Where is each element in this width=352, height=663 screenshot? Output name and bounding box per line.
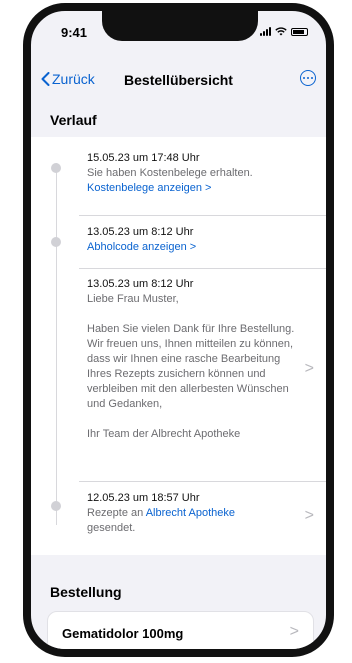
- pickup-code-link[interactable]: Abholcode anzeigen >: [87, 240, 298, 255]
- history-section-title: Verlauf: [50, 112, 97, 128]
- more-options-button[interactable]: [300, 70, 316, 86]
- entry-date: 12.05.23 um 18:57 Uhr: [87, 492, 200, 504]
- timeline-dot: [51, 237, 61, 247]
- order-item-name: Gematidolor 100mg: [62, 626, 184, 641]
- nav-bar: Zurück Bestellübersicht: [31, 67, 326, 97]
- chevron-right-icon: >: [304, 360, 314, 377]
- entry-text: Rezepte an: [87, 507, 144, 519]
- timeline-dot: [51, 163, 61, 173]
- timeline-dot: [51, 501, 61, 511]
- status-time: 9:41: [61, 25, 88, 40]
- entry-date: 15.05.23 um 17:48 Uhr: [87, 152, 200, 164]
- page-title: Bestellübersicht: [124, 72, 233, 88]
- entry-date: 13.05.23 um 8:12 Uhr: [87, 226, 194, 238]
- message-body: Haben Sie vielen Dank für Ihre Bestellun…: [87, 323, 295, 410]
- pharmacy-link[interactable]: Albrecht Apotheke: [146, 507, 235, 519]
- ellipsis-icon: [303, 77, 305, 79]
- entry-text: gesendet.: [87, 522, 136, 534]
- history-timeline: 15.05.23 um 17:48 Uhr Sie haben Kostenbe…: [31, 137, 326, 555]
- signal-icon: [260, 27, 271, 36]
- chevron-right-icon: >: [304, 507, 314, 524]
- notch: [102, 11, 258, 41]
- phone-frame: 9:41 Zurück Bestellübersicht Verlauf 15.…: [23, 3, 334, 657]
- history-entry: 13.05.23 um 8:12 Uhr Abholcode anzeigen …: [31, 215, 326, 268]
- message-greeting: Liebe Frau Muster,: [87, 293, 179, 305]
- entry-date: 13.05.23 um 8:12 Uhr: [87, 278, 194, 290]
- history-entry: 15.05.23 um 17:48 Uhr Sie haben Kostenbe…: [31, 137, 326, 215]
- history-entry[interactable]: 12.05.23 um 18:57 Uhr Rezepte an Albrech…: [31, 481, 326, 555]
- screen: 9:41 Zurück Bestellübersicht Verlauf 15.…: [31, 11, 326, 649]
- status-icons: [260, 27, 308, 36]
- receipts-link[interactable]: Kostenbelege anzeigen >: [87, 181, 298, 196]
- order-section-title: Bestellung: [50, 584, 122, 600]
- chevron-right-icon: >: [289, 623, 299, 640]
- message-signature: Ihr Team der Albrecht Apotheke: [87, 428, 241, 440]
- battery-icon: [291, 27, 308, 36]
- wifi-icon: [275, 27, 287, 36]
- order-item[interactable]: Gematidolor 100mg >: [47, 611, 314, 649]
- entry-text: Sie haben Kostenbelege erhalten.: [87, 167, 253, 179]
- history-entry[interactable]: 13.05.23 um 8:12 Uhr Liebe Frau Muster, …: [31, 268, 326, 481]
